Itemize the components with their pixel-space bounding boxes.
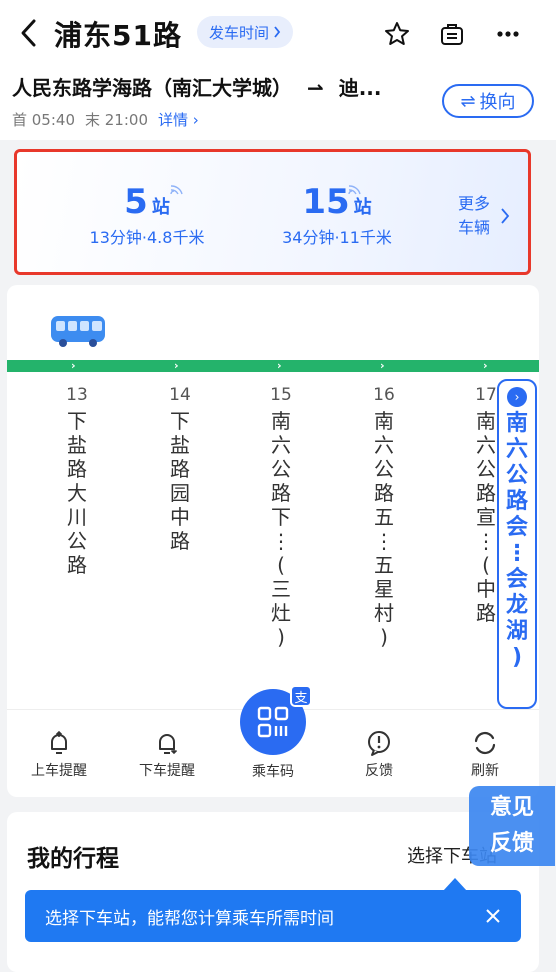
route-name: 人民东路学海路（南汇大学城） ⇀ 迪... — [12, 72, 382, 101]
briefcase-icon — [441, 24, 463, 45]
top-bar: 浦东51路 发车时间 人民东路学海路（南汇大学城） ⇀ 迪... 首 05:40… — [0, 0, 556, 140]
more-menu-button[interactable] — [492, 18, 524, 50]
stop-name: 下盐路大川公路 — [67, 409, 87, 577]
stop-13[interactable]: 13 下盐路大川公路 — [64, 385, 90, 577]
schedule-button[interactable]: 发车时间 — [197, 16, 294, 48]
more-label-1: 更多 — [457, 194, 490, 213]
stop-index: 15 — [270, 385, 292, 405]
refresh-button[interactable]: 刷新 — [445, 726, 525, 780]
chevron-right-icon — [501, 208, 510, 224]
board-alert-label: 上车提醒 — [31, 763, 87, 779]
service-hours: 首 05:40 末 21:00 详情 › — [12, 109, 199, 130]
back-button[interactable] — [14, 16, 42, 50]
route-line-card: › › › › › 13 下盐路大川公路 14 下盐路园中路 15 南六公路下 ⋮… — [7, 285, 539, 797]
select-stop-tip: 选择下车站，能帮您计算乘车所需时间 — [25, 890, 521, 942]
stops-unit: 站 — [353, 197, 372, 218]
alipay-badge: 支 — [290, 685, 312, 707]
route-arrow-icon: ⇀ — [306, 76, 324, 100]
stop-17[interactable]: 17 南六公路宣 ⋮(中路 — [473, 385, 499, 625]
stop-index: 13 — [66, 385, 88, 405]
bus-arrival-1[interactable]: 5站 13分钟·4.8千米 — [57, 182, 237, 248]
qr-code-icon — [257, 706, 289, 738]
stop-index: 17 — [475, 385, 497, 405]
feedback-button[interactable]: 反馈 — [339, 726, 419, 780]
more-label-2: 车辆 — [457, 218, 490, 237]
terminal-stop-name: 南六公路会 ⋮ 会龙湖) — [505, 411, 528, 670]
route-from: 人民东路学海路（南汇大学城） — [12, 76, 292, 100]
star-icon — [385, 22, 409, 45]
more-dots-icon — [497, 31, 519, 37]
bell-up-icon — [51, 730, 67, 754]
swap-icon: ⇌ — [460, 90, 476, 112]
stop-name: 南六公路五 ⋮ 五星村) — [374, 409, 394, 649]
eta-distance: 34分钟·11千米 — [282, 228, 392, 247]
reverse-label: 换向 — [479, 92, 516, 113]
back-arrow-icon — [21, 19, 36, 47]
stop-name: 南六公路宣 ⋮(中路 — [476, 409, 496, 625]
stops-away: 15 — [302, 182, 350, 222]
stop-15[interactable]: 15 南六公路下 ⋮(三灶) — [268, 385, 294, 649]
last-bus-time: 末 21:00 — [85, 111, 148, 129]
chevron-right-icon: › — [507, 387, 527, 407]
page-title: 浦东51路 — [54, 19, 182, 52]
arrival-panel: 5站 13分钟·4.8千米 15 站 34分钟·11千米 更多 车辆 — [14, 149, 531, 275]
stop-name: 下盐路园中路 — [170, 409, 190, 553]
reverse-direction-button[interactable]: ⇌ 换向 — [442, 84, 534, 118]
my-trip-heading: 我的行程 — [27, 846, 119, 872]
route-to: 迪... — [338, 76, 382, 100]
realtime-signal-icon — [170, 185, 183, 195]
chevron-right-icon — [274, 26, 281, 38]
refresh-label: 刷新 — [471, 763, 499, 779]
ride-code-button[interactable]: 支 — [240, 685, 312, 755]
board-alert-button[interactable]: 上车提醒 — [19, 726, 99, 780]
first-bus-time: 首 05:40 — [12, 111, 75, 129]
stop-name: 南六公路下 ⋮(三灶) — [271, 409, 291, 649]
bus-icon[interactable] — [49, 314, 109, 348]
briefcase-button[interactable] — [436, 18, 468, 50]
route-track: › › › › › — [7, 359, 539, 372]
bell-down-icon — [159, 734, 178, 755]
alight-alert-label: 下车提醒 — [139, 763, 195, 779]
stops-unit: 站 — [151, 197, 170, 218]
stop-index: 14 — [169, 385, 191, 405]
feedback-line-1: 意见 — [489, 795, 534, 820]
alight-alert-button[interactable]: 下车提醒 — [127, 726, 207, 780]
more-vehicles-button[interactable]: 更多 车辆 — [458, 192, 510, 240]
realtime-signal-icon — [348, 185, 361, 195]
alert-bubble-icon — [368, 731, 390, 756]
terminal-stop[interactable]: › 南六公路会 ⋮ 会龙湖) — [497, 379, 537, 709]
eta-distance: 13分钟·4.8千米 — [89, 228, 205, 247]
stop-16[interactable]: 16 南六公路五 ⋮ 五星村) — [371, 385, 397, 649]
schedule-label: 发车时间 — [209, 23, 270, 42]
ride-code-label: 乘车码 — [252, 764, 294, 780]
detail-link[interactable]: 详情 › — [158, 109, 199, 130]
stop-14[interactable]: 14 下盐路园中路 — [167, 385, 193, 553]
my-trip-card: 我的行程 选择下车站 选择下车站，能帮您计算乘车所需时间 — [7, 812, 539, 972]
tip-text: 选择下车站，能帮您计算乘车所需时间 — [45, 908, 334, 929]
feedback-label: 反馈 — [365, 763, 393, 779]
favorite-button[interactable] — [381, 18, 413, 50]
floating-feedback-button[interactable]: 意见 反馈 — [469, 786, 555, 866]
close-icon[interactable] — [485, 908, 501, 924]
bus-arrival-2[interactable]: 15 站 34分钟·11千米 — [247, 182, 427, 248]
feedback-line-2: 反馈 — [489, 831, 534, 856]
stop-index: 16 — [373, 385, 395, 405]
refresh-icon — [474, 731, 496, 755]
stops-away: 5 — [124, 182, 148, 222]
